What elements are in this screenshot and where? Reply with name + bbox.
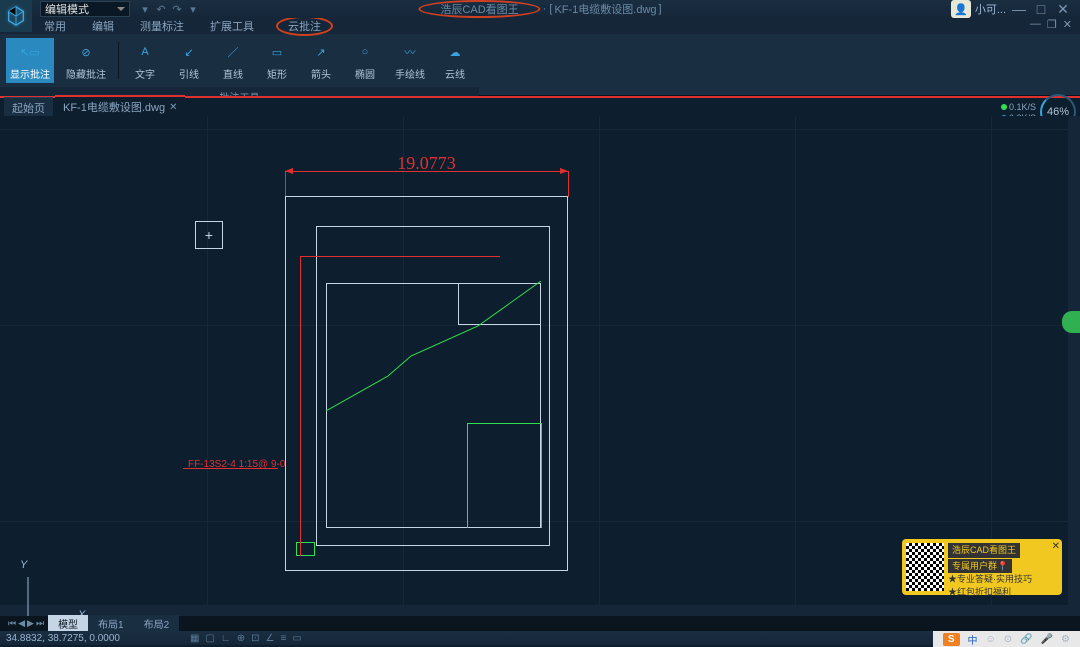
ad-close-button[interactable]: ✕ <box>1052 541 1060 552</box>
mode-dropdown[interactable]: 编辑模式 <box>40 1 130 17</box>
status-bar: 34.8832, 38.7275, 0.0000 ▦▢∟⊕⊡∠≡▭ CH S 🔇 <box>0 631 1080 645</box>
user-name[interactable]: 小可... <box>975 1 1006 17</box>
cursor-crosshair: + <box>195 221 223 249</box>
qat-undo-icon[interactable]: ↶ <box>154 2 168 16</box>
tab-nav-next[interactable]: ▶ <box>27 618 34 629</box>
drawing-canvas[interactable]: + 19.0773 FF-13S2-4 1:15@ 9-0 Y X ✕ 浩辰CA… <box>0 116 1080 617</box>
tray-ch[interactable]: 中 <box>968 632 978 647</box>
grid-toggle[interactable]: ▦ <box>190 633 199 644</box>
tray-target-icon[interactable]: ⊙ <box>1004 634 1012 645</box>
title-bar: 编辑模式 ▾ ↶ ↷ ▾ 浩辰CAD看图王 · [KF-1电缆敷设图.dwg] … <box>0 0 1080 18</box>
minimize-button[interactable]: — <box>1010 1 1028 17</box>
tray-settings-icon[interactable]: ⚙ <box>1061 634 1070 645</box>
doc-minimize[interactable]: — <box>1030 18 1041 31</box>
ribbon: ↖▭显示批注 ⊘隐藏批注 A文字 ↙引线 ／直线 ▭矩形 ↗箭头 ○椭圆 〰手绘… <box>0 34 1080 96</box>
document-tabs: 起始页 KF-1电缆敷设图.dwg✕ 0.1K/S 0.2K/S 46% <box>0 96 1080 116</box>
layout2-tab[interactable]: 布局2 <box>134 615 180 632</box>
coordinates-display: 34.8832, 38.7275, 0.0000 <box>6 633 120 644</box>
model-tab[interactable]: 模型 <box>48 615 88 632</box>
tab-file-active[interactable]: KF-1电缆敷设图.dwg✕ <box>55 95 185 117</box>
qat-redo-icon[interactable]: ↷ <box>170 2 184 16</box>
hide-icon: ⊘ <box>72 40 100 64</box>
tab-nav-last[interactable]: ⏭ <box>36 618 44 629</box>
dimension-value: 19.0773 <box>397 153 456 174</box>
close-button[interactable]: ✕ <box>1054 1 1072 17</box>
otrack-toggle[interactable]: ∠ <box>265 633 274 644</box>
tool-ellipse[interactable]: ○椭圆 <box>347 38 383 83</box>
menu-bar: 常用 编辑 测量标注 扩展工具 云批注 <box>0 18 1080 34</box>
cloud-icon: ☁ <box>441 40 469 64</box>
tray-link-icon[interactable]: 🔗 <box>1020 634 1032 645</box>
ortho-toggle[interactable]: ∟ <box>221 633 231 644</box>
polar-toggle[interactable]: ⊕ <box>237 633 245 644</box>
tool-leader[interactable]: ↙引线 <box>171 38 207 83</box>
menu-common[interactable]: 常用 <box>40 18 70 34</box>
qat-more-icon[interactable]: ▾ <box>186 2 200 16</box>
line-icon: ／ <box>219 40 247 64</box>
menu-cloud-annotate-highlighted[interactable]: 云批注 <box>276 16 333 36</box>
doc-restore[interactable]: ❐ <box>1047 18 1057 31</box>
advertisement-popup: ✕ 浩辰CAD看图王 专属用户群📍 ★专业答疑·实用技巧★红包折扣福利 <box>902 539 1062 595</box>
menu-measure[interactable]: 测量标注 <box>136 18 188 34</box>
freehand-icon: 〰 <box>396 40 424 64</box>
status-toggles: ▦ ▢ ∟ ⊕ ⊡ ∠ ≡ ▭ <box>190 633 302 644</box>
user-avatar[interactable]: 👤 <box>951 0 971 18</box>
tray-mic-icon[interactable]: 🎤 <box>1041 634 1053 645</box>
tool-cloud[interactable]: ☁云线 <box>437 38 473 83</box>
cursor-icon: ↖▭ <box>16 40 44 64</box>
rect-icon: ▭ <box>263 40 291 64</box>
tool-hide-annotate[interactable]: ⊘隐藏批注 <box>62 38 110 83</box>
layout1-tab[interactable]: 布局1 <box>88 615 134 632</box>
app-logo[interactable] <box>0 0 32 32</box>
tool-arrow[interactable]: ↗箭头 <box>303 38 339 83</box>
tab-home[interactable]: 起始页 <box>4 97 53 118</box>
ellipse-icon: ○ <box>351 40 379 64</box>
snap-toggle[interactable]: ▢ <box>205 633 214 644</box>
model-toggle[interactable]: ▭ <box>292 633 301 644</box>
tray-emoji-icon[interactable]: ☺ <box>986 634 996 645</box>
window-title: 浩辰CAD看图王 · [KF-1电缆敷设图.dwg] <box>418 0 661 18</box>
qat-save-icon[interactable]: ▾ <box>138 2 152 16</box>
leader-icon: ↙ <box>175 40 203 64</box>
text-icon: A <box>131 40 159 64</box>
app-name-highlighted: 浩辰CAD看图王 <box>418 0 540 18</box>
tab-nav-prev[interactable]: ◀ <box>18 618 25 629</box>
sogou-tray-icon[interactable]: S <box>943 633 960 646</box>
quick-access-toolbar: ▾ ↶ ↷ ▾ <box>138 2 200 16</box>
tool-show-annotate[interactable]: ↖▭显示批注 <box>6 38 54 83</box>
tool-text[interactable]: A文字 <box>127 38 163 83</box>
qr-code-icon <box>906 543 944 591</box>
menu-extend[interactable]: 扩展工具 <box>206 18 258 34</box>
osnap-toggle[interactable]: ⊡ <box>251 633 259 644</box>
tab-close-icon[interactable]: ✕ <box>169 102 177 113</box>
menu-edit[interactable]: 编辑 <box>88 18 118 34</box>
doc-close[interactable]: ✕ <box>1063 18 1072 31</box>
tab-nav-first[interactable]: ⏮ <box>8 618 16 629</box>
maximize-button[interactable]: □ <box>1032 1 1050 17</box>
tool-freehand[interactable]: 〰手绘线 <box>391 38 429 83</box>
tool-line[interactable]: ／直线 <box>215 38 251 83</box>
lwt-toggle[interactable]: ≡ <box>280 633 286 644</box>
tool-rect[interactable]: ▭矩形 <box>259 38 295 83</box>
arrow-icon: ↗ <box>307 40 335 64</box>
layout-tabs: ⏮◀▶⏭ 模型 布局1 布局2 <box>0 616 1080 631</box>
doc-window-controls: — ❐ ✕ <box>1030 18 1072 31</box>
